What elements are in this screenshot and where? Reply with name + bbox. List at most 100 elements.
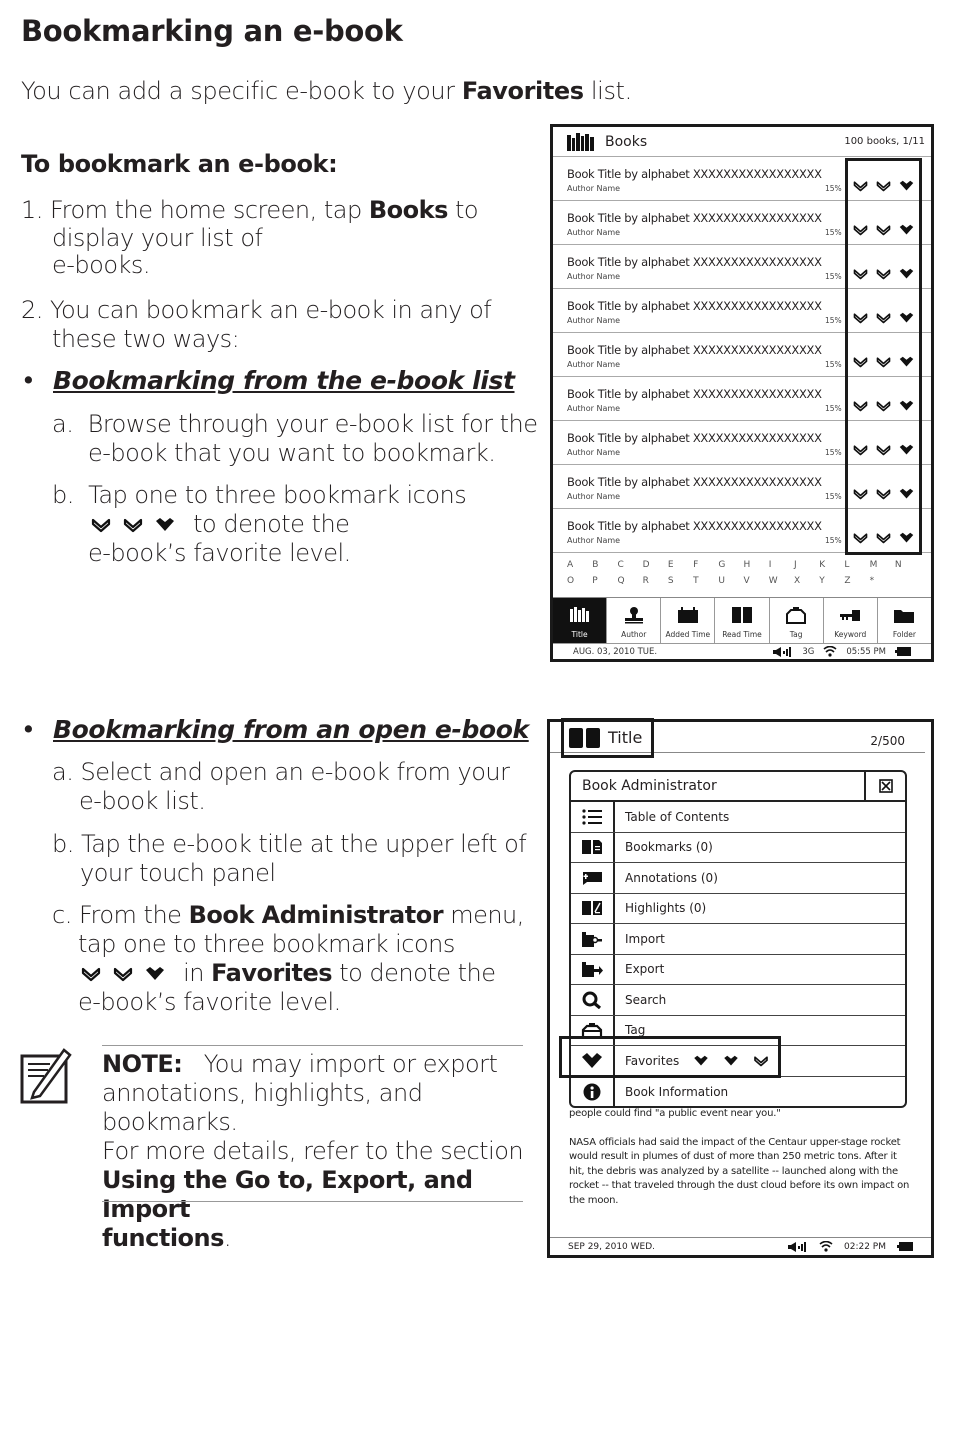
tab-title[interactable]: Title: [553, 598, 607, 643]
note-divider-top: [102, 1045, 523, 1046]
info-icon: [583, 1083, 601, 1101]
alphabet-index-letter[interactable]: T: [693, 576, 715, 592]
battery-icon: [895, 647, 911, 656]
book-progress: 15%: [825, 360, 842, 369]
menu-icon-cell: [571, 1076, 615, 1106]
battery-icon: [897, 1242, 913, 1251]
book-progress: 15%: [825, 448, 842, 457]
tab-keyword[interactable]: Keyword: [822, 598, 877, 643]
menu-item-book-information[interactable]: Book Information: [571, 1076, 905, 1106]
alphabet-index-letter[interactable]: S: [668, 576, 690, 592]
title-sort-icon: [569, 607, 589, 622]
book-author: Author Name: [567, 404, 621, 413]
menu-item-table-of-contents[interactable]: Table of Contents: [571, 802, 905, 833]
method1-bullet: •: [21, 366, 36, 395]
menu-item-bookmarks[interactable]: Bookmarks (0): [571, 832, 905, 863]
menu-item-label: Search: [625, 992, 667, 1007]
favorites-highlight-box: [845, 158, 922, 555]
book-title: Book Title by alphabet XXXXXXXXXXXXXXXXX: [567, 475, 822, 489]
menu-item-annotations[interactable]: Annotations (0): [571, 863, 905, 894]
menu-header: Book Administrator: [571, 772, 905, 802]
menu-icon-cell: [571, 893, 615, 923]
tab-folder[interactable]: Folder: [876, 598, 931, 643]
alphabet-index-letter[interactable]: L: [844, 560, 866, 576]
close-button[interactable]: [864, 772, 905, 800]
menu-item-highlights[interactable]: Highlights (0): [571, 893, 905, 924]
alphabet-index-letter[interactable]: D: [643, 560, 665, 576]
alphabet-index-letter[interactable]: B: [592, 560, 614, 576]
alphabet-index-letter[interactable]: J: [794, 560, 816, 576]
bookmarks-icon: [582, 840, 602, 855]
book-title: Book Title by alphabet XXXXXXXXXXXXXXXXX: [567, 255, 822, 269]
alphabet-index-letter[interactable]: V: [744, 576, 766, 592]
tab-read-time[interactable]: Read Time: [714, 598, 768, 643]
menu-item-import[interactable]: Import: [571, 924, 905, 955]
alphabet-index-letter[interactable]: W: [769, 576, 791, 592]
favorite-outline-icon: [90, 517, 112, 533]
tab-added-time[interactable]: Added Time: [660, 598, 714, 643]
alphabet-index-letter[interactable]: Z: [844, 576, 866, 592]
author-icon: [624, 607, 643, 624]
alphabet-index-letter[interactable]: N: [895, 560, 917, 576]
menu-icon-cell: [571, 802, 615, 832]
alphabet-index-letter[interactable]: R: [643, 576, 665, 592]
alphabet-index-letter[interactable]: K: [819, 560, 841, 576]
tab-tag[interactable]: Tag: [768, 598, 823, 643]
favorite-outline-icon: [80, 966, 102, 982]
sort-tabs: Title Author Added Time Read Time Tag Keyword…: [553, 597, 931, 643]
read-time-icon: [731, 607, 752, 623]
menu-title: Book Administrator: [582, 778, 717, 794]
menu-item-search[interactable]: Search: [571, 985, 905, 1016]
book-title: Book Title by alphabet XXXXXXXXXXXXXXXXX: [567, 431, 822, 445]
import-icon: [582, 931, 602, 947]
alphabet-index-letter[interactable]: H: [744, 560, 766, 576]
intro-text: You can add a specific e-book to your Fa…: [21, 77, 632, 105]
alphabet-index-letter[interactable]: Y: [819, 576, 841, 592]
book-progress: 15%: [825, 184, 842, 193]
tab-author[interactable]: Author: [606, 598, 660, 643]
book-title: Book Title by alphabet XXXXXXXXXXXXXXXXX: [567, 299, 822, 313]
alphabet-index-letter[interactable]: Q: [617, 576, 639, 592]
tab-label: Keyword: [834, 630, 867, 639]
book-progress: 15%: [825, 272, 842, 281]
alphabet-index-letter[interactable]: *: [870, 576, 892, 592]
menu-item-label: Bookmarks (0): [625, 840, 713, 855]
alphabet-index-letter[interactable]: E: [668, 560, 690, 576]
highlight-icon: [582, 901, 602, 916]
method2-step-a: a. Select and open an e-book from your e…: [52, 758, 510, 815]
alphabet-index-letter[interactable]: I: [769, 560, 791, 576]
library-icon: [567, 132, 594, 151]
book-title: Book Title by alphabet XXXXXXXXXXXXXXXXX: [567, 519, 822, 533]
favorite-solid-icon: [154, 517, 176, 533]
alphabet-index-letter[interactable]: O: [567, 576, 589, 592]
book-author: Author Name: [567, 536, 621, 545]
subheading: To bookmark an e-book:: [21, 150, 338, 178]
alphabet-index-letter[interactable]: P: [592, 576, 614, 592]
alphabet-index-letter[interactable]: X: [794, 576, 816, 592]
annotation-icon: [583, 871, 602, 885]
alphabet-index-letter[interactable]: C: [617, 560, 639, 576]
alphabet-index-letter[interactable]: A: [567, 560, 589, 576]
alphabet-index-letter[interactable]: F: [693, 560, 715, 576]
status-date: SEP 29, 2010 WED.: [568, 1241, 656, 1252]
menu-icon-cell: [571, 832, 615, 862]
volume-icon: [773, 646, 792, 657]
alphabet-index-letter[interactable]: [895, 576, 917, 592]
method2-bullet: •: [21, 715, 36, 744]
book-author: Author Name: [567, 184, 621, 193]
book-title: Book Title by alphabet XXXXXXXXXXXXXXXXX: [567, 387, 822, 401]
note-text: NOTE: You may import or export annotatio…: [102, 1050, 524, 1252]
menu-item-label: Table of Contents: [625, 809, 730, 824]
wifi-icon: [819, 1241, 833, 1252]
step-1: 1. From the home screen, tap Books to di…: [21, 196, 479, 279]
status-bar: SEP 29, 2010 WED. 02:22 PM: [550, 1237, 931, 1255]
alphabet-index-letter[interactable]: U: [718, 576, 740, 592]
menu-item-export[interactable]: Export: [571, 954, 905, 985]
network-label: 3G: [802, 646, 815, 657]
close-icon: [878, 779, 893, 793]
reader-screen: Title 2/500 Book Administrator Table of …: [547, 719, 934, 1258]
alphabet-index-letter[interactable]: M: [870, 560, 892, 576]
book-progress: 15%: [825, 404, 842, 413]
book-progress: 15%: [825, 536, 842, 545]
alphabet-index-letter[interactable]: G: [718, 560, 740, 576]
